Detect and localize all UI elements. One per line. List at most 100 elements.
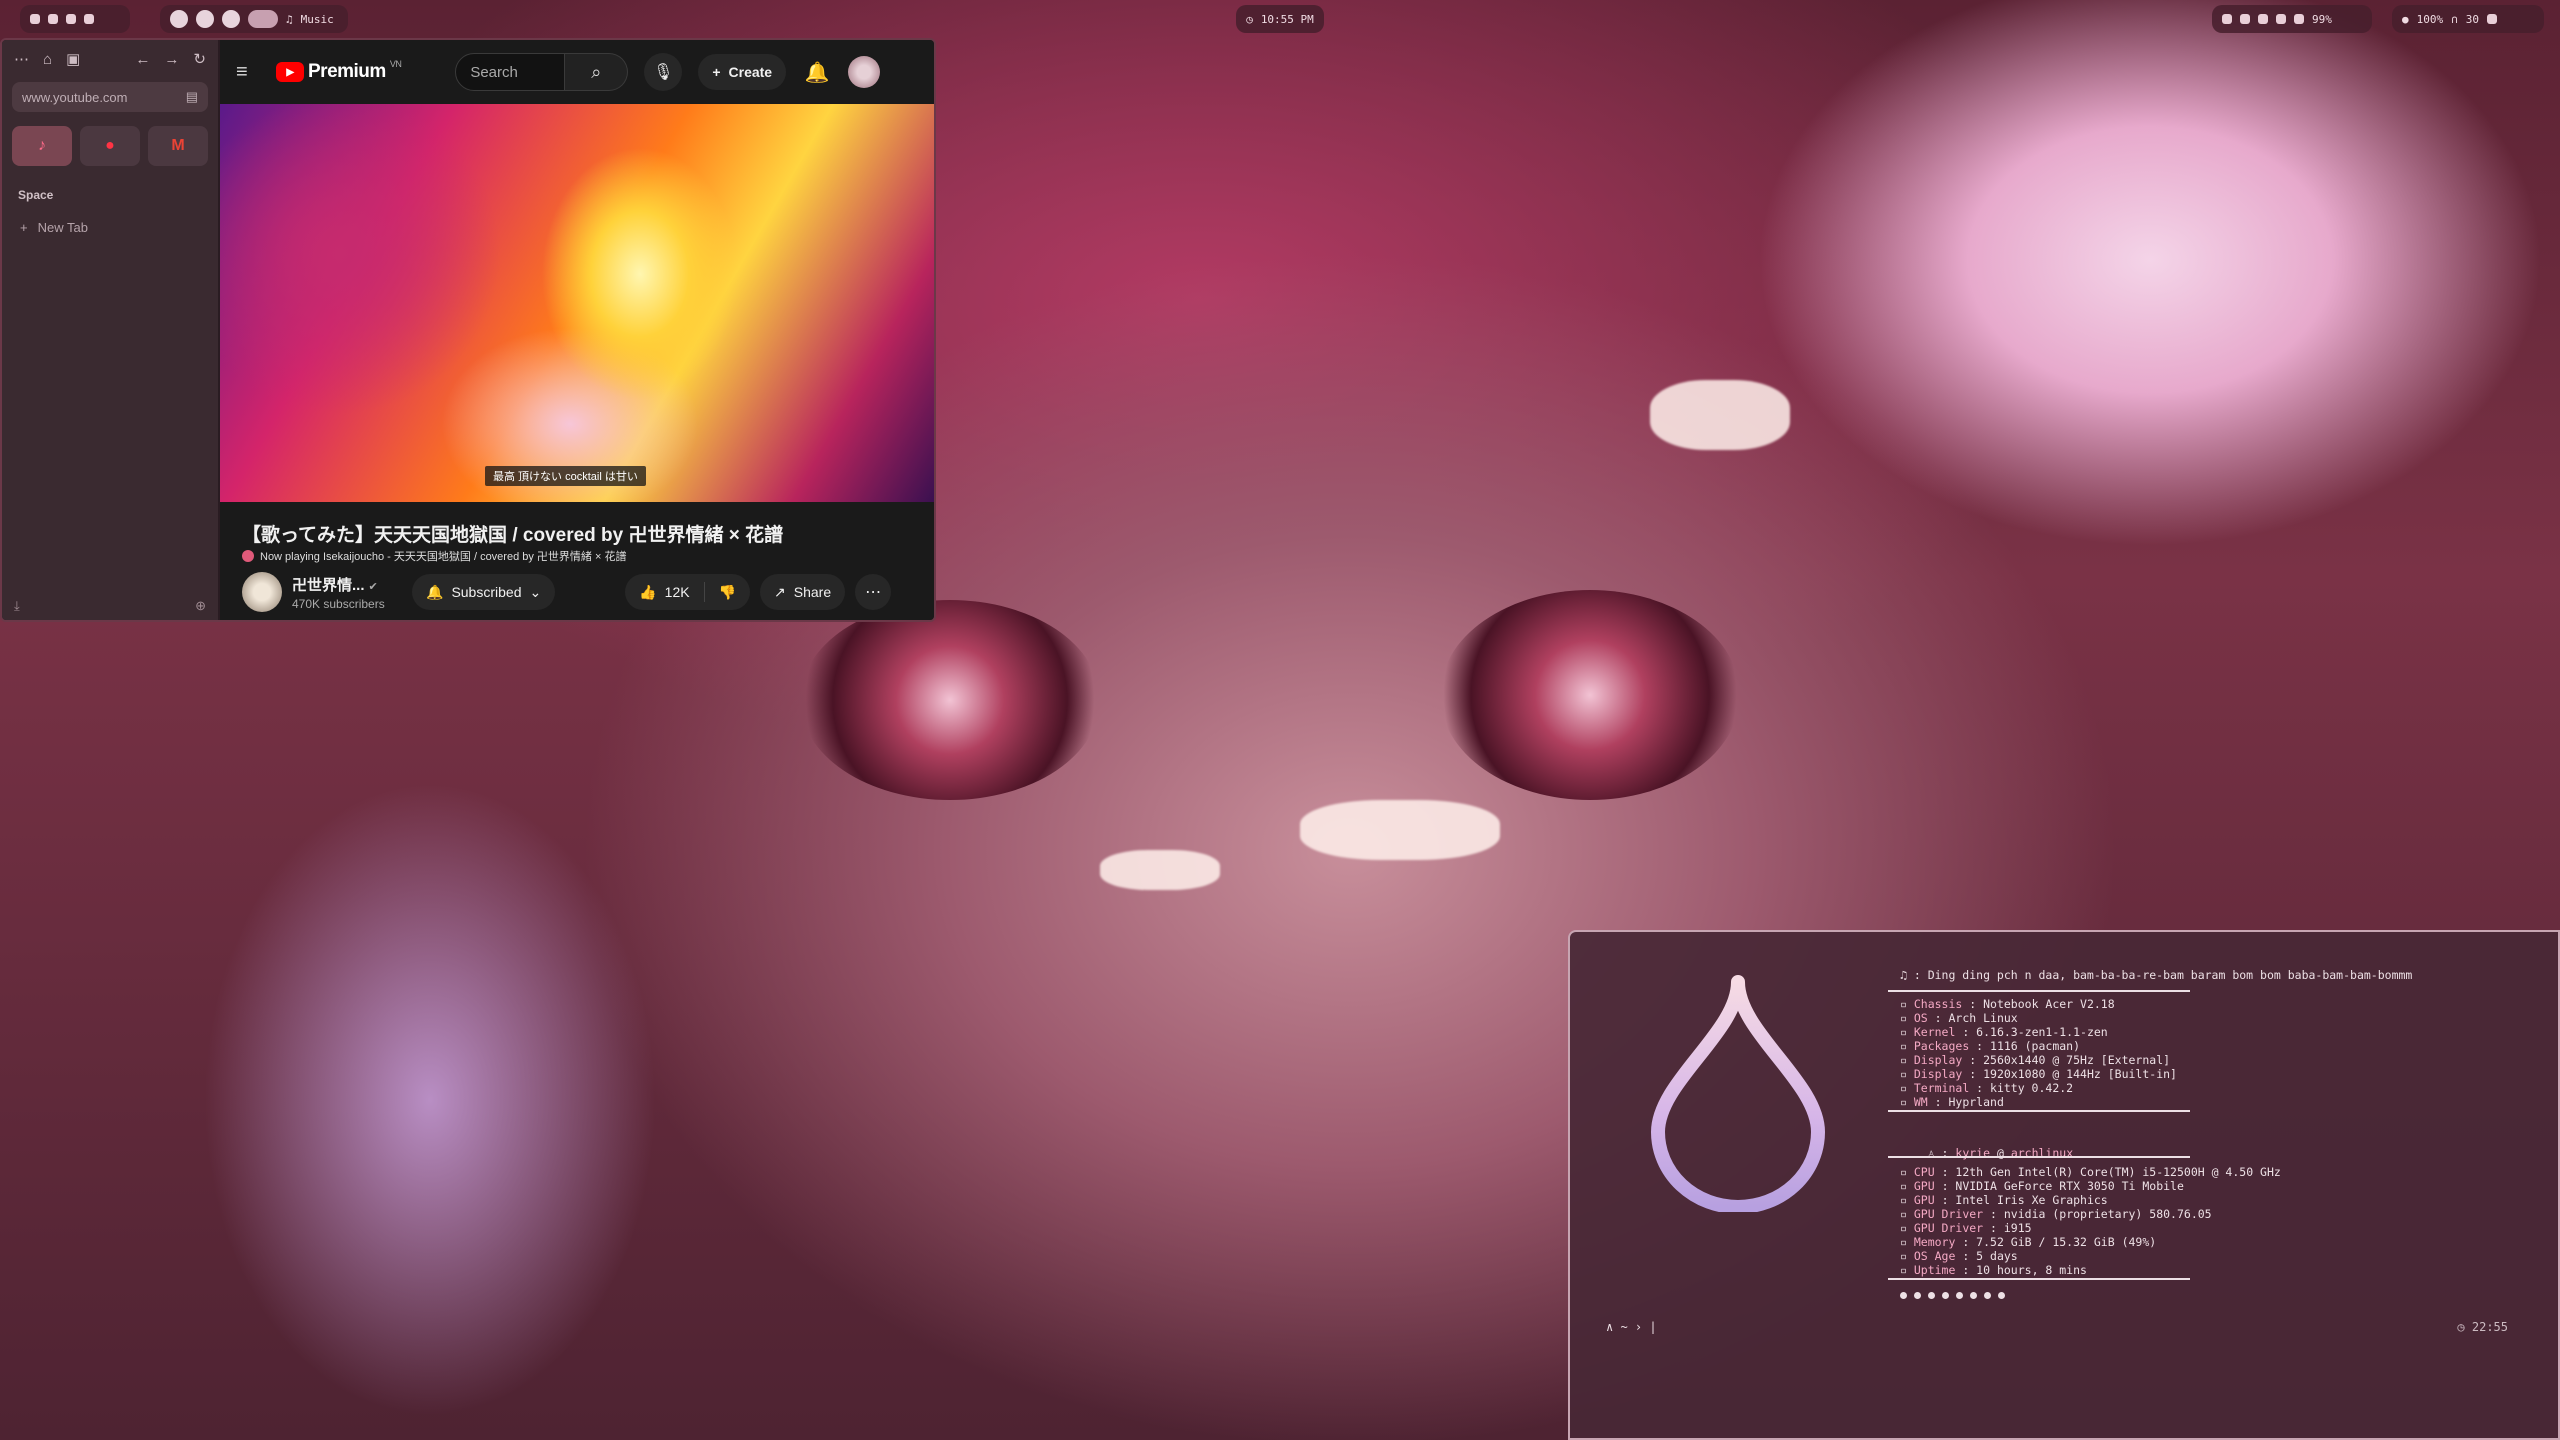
info-key: GPU [1913, 1193, 1935, 1207]
info-bullet-icon: ▫ [1900, 1053, 1914, 1067]
clock-widget[interactable]: ◷ 10:55 PM [1236, 5, 1324, 33]
home-icon[interactable]: ⌂ [43, 51, 52, 68]
sidebar-toggle-icon[interactable]: ▣ [66, 50, 80, 68]
workspaces[interactable]: ♫ Music [160, 5, 348, 33]
info-key: Memory [1913, 1235, 1956, 1249]
download-icon[interactable]: ⤓ [14, 598, 20, 614]
info-line: ▫ Display : 2560x1440 @ 75Hz [External] [1900, 1053, 2170, 1067]
forward-icon[interactable]: → [164, 51, 179, 68]
search-button[interactable]: ⌕ [565, 53, 629, 91]
wallpaper-eye-left [800, 600, 1100, 800]
create-button[interactable]: + Create [698, 54, 787, 90]
new-tab-label: New Tab [37, 220, 88, 235]
shell-prompt[interactable]: ∧ ~ › | [1606, 1320, 1657, 1334]
pinned-tab-gmail[interactable]: M [148, 126, 208, 166]
palette-dot [1956, 1292, 1963, 1299]
dislike-button[interactable]: 👎 [705, 574, 750, 610]
info-key: Kernel [1913, 1025, 1956, 1039]
palette-dot [1970, 1292, 1977, 1299]
now-playing[interactable]: Now playing Isekaijoucho - 天天天国地獄国 / cov… [242, 548, 626, 564]
pinned-tab-youtube[interactable]: ● [80, 126, 140, 166]
hamburger-icon[interactable]: ≡ [236, 61, 260, 84]
wifi-icon[interactable] [2258, 14, 2268, 24]
share-button[interactable]: ↗ Share [760, 574, 846, 610]
channel-name[interactable]: 卍世界情... [292, 577, 365, 594]
tray-app-icon[interactable] [2276, 14, 2286, 24]
info-key: GPU Driver [1913, 1221, 1984, 1235]
info-bullet-icon: ▫ [1900, 1221, 1914, 1235]
info-bullet-icon: ▫ [1900, 1207, 1914, 1221]
reload-icon[interactable]: ↻ [193, 50, 206, 68]
wallpaper-eye-right [1440, 590, 1740, 800]
info-line: ▫ CPU : 12th Gen Intel(R) Core(TM) i5-12… [1900, 1165, 2281, 1179]
browser-window: ⋯ ⌂ ▣ ← → ↻ www.youtube.com ▤ ♪ ● M Spac… [0, 38, 936, 622]
tray-icons[interactable]: 99% [2212, 5, 2372, 33]
discord-icon[interactable] [2240, 14, 2250, 24]
info-line: ▫ Terminal : kitty 0.42.2 [1900, 1081, 2073, 1095]
status-right[interactable]: ● 100% ∩ 30 [2392, 5, 2544, 33]
info-value: : NVIDIA GeForce RTX 3050 Ti Mobile [1934, 1179, 2184, 1193]
app-icon[interactable] [84, 14, 94, 24]
url-text[interactable]: www.youtube.com [22, 90, 128, 105]
logo-text: Premium [308, 61, 386, 82]
brightness-label: 100% [2416, 12, 2444, 26]
thumbs-down-icon: 👎 [718, 583, 737, 600]
info-bullet-icon: ▫ [1900, 1165, 1914, 1179]
headphones-icon: ∩ [2451, 12, 2458, 26]
info-line: ▫ WM : Hyprland [1900, 1095, 2004, 1109]
youtube-logo[interactable]: ▶ Premium VN [276, 59, 402, 83]
now-playing-text: Now playing Isekaijoucho - 天天天国地獄国 / cov… [260, 551, 627, 563]
channel-avatar[interactable] [242, 572, 282, 612]
more-actions-button[interactable]: ⋯ [855, 574, 892, 610]
wallpaper-sparkle [1300, 800, 1500, 860]
workspace-icon[interactable] [170, 10, 188, 28]
channel-info: 卍世界情... ✔ 470K subscribers [292, 574, 402, 611]
reader-icon[interactable]: ▤ [186, 89, 198, 105]
wallpaper-sparkle [1100, 850, 1220, 890]
brightness-icon: ● [2402, 12, 2409, 26]
files-icon[interactable] [66, 14, 76, 24]
bluetooth-icon[interactable] [2294, 14, 2304, 24]
subscribed-button[interactable]: 🔔 Subscribed ⌄ [412, 574, 556, 610]
workspace-active-icon[interactable] [248, 10, 278, 28]
info-line: ▫ Kernel : 6.16.3-zen1-1.1-zen [1900, 1025, 2108, 1039]
search-box: Search ⌕ [455, 53, 629, 91]
share-label: Share [793, 584, 832, 600]
notification-icon[interactable] [2487, 14, 2497, 24]
info-value: : Arch Linux [1927, 1011, 2018, 1025]
pinned-tab-music[interactable]: ♪ [12, 126, 72, 166]
info-line: ▫ Packages : 1116 (pacman) [1900, 1039, 2080, 1053]
info-bullet-icon: ▫ [1900, 997, 1914, 1011]
youtube-page: ≡ ▶ Premium VN Search ⌕ 🎙 + Create 🔔 最高 … [220, 40, 934, 620]
bell-icon: 🔔 [426, 583, 444, 600]
search-input[interactable]: Search [455, 53, 566, 91]
palette-dot [1928, 1292, 1935, 1299]
new-tab-button[interactable]: + New Tab [2, 208, 218, 247]
notifications-icon[interactable]: 🔔 [802, 60, 832, 85]
music-label[interactable]: Music [301, 13, 334, 26]
url-bar[interactable]: www.youtube.com ▤ [12, 82, 208, 112]
thumbs-up-icon: 👍 [639, 583, 657, 600]
info-key: Chassis [1913, 997, 1963, 1011]
like-button[interactable]: 👍 12K [625, 574, 703, 610]
account-avatar[interactable] [848, 56, 881, 88]
tray-app-icon[interactable] [2222, 14, 2232, 24]
plus-icon: + [20, 220, 28, 235]
terminal-window[interactable]: ♫ : Ding ding pch n daa, bam-ba-ba-re-ba… [1568, 930, 2560, 1440]
workspace-icon[interactable] [196, 10, 214, 28]
video-player[interactable]: 最高 頂けない cocktail は甘い [220, 104, 934, 502]
volume-label: 30 [2465, 12, 2479, 26]
info-value: : Intel Iris Xe Graphics [1934, 1193, 2108, 1207]
subscribed-label: Subscribed [451, 584, 522, 600]
voice-search-button[interactable]: 🎙 [644, 53, 683, 91]
verified-icon: ✔ [368, 580, 378, 593]
add-space-icon[interactable]: ⊕ [195, 598, 206, 614]
power-icon[interactable] [30, 14, 40, 24]
battery-label: 99% [2312, 12, 2332, 26]
menu-icon[interactable] [48, 14, 58, 24]
back-icon[interactable]: ← [135, 51, 150, 68]
workspace-icon[interactable] [222, 10, 240, 28]
more-icon[interactable]: ⋯ [14, 50, 29, 68]
system-tray-left[interactable] [20, 5, 130, 33]
music-note-icon: ♫ [286, 12, 293, 26]
